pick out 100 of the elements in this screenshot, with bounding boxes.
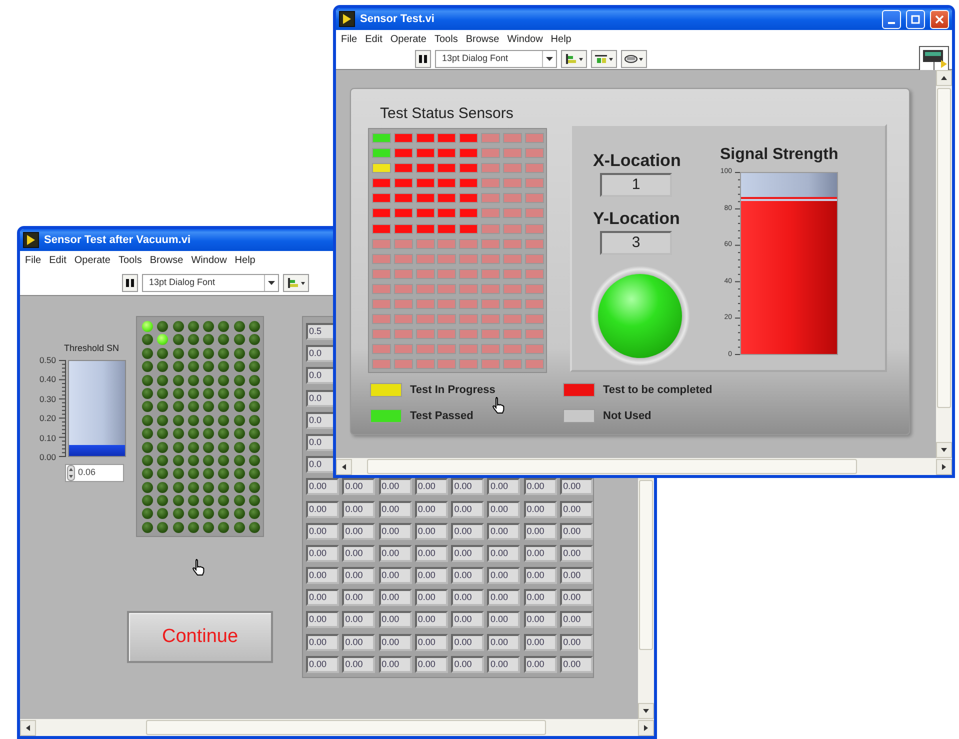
numeric-indicator: 0.00 [524,567,557,584]
numeric-indicator: 0.00 [524,478,557,496]
numeric-indicator: 0.00 [524,611,557,628]
numeric-indicator: 0.00 [414,478,448,496]
menu-item[interactable]: Tools [434,32,458,47]
close-icon [935,14,944,24]
numeric-indicator: 0.00 [451,500,484,518]
maximize-button[interactable] [906,10,925,28]
menu-item[interactable]: Browse [150,253,184,268]
scroll-up-button[interactable] [936,70,952,86]
numeric-indicator: 0.00 [451,567,484,584]
hand-cursor-icon [492,396,506,414]
scrollbar-thumb[interactable] [367,459,857,474]
menu-item[interactable]: Edit [365,32,382,47]
reorder-button[interactable] [621,50,647,68]
numeric-indicator: 0.00 [414,589,448,606]
numeric-indicator: 1 [600,173,672,197]
numeric-indicator: 0.00 [306,522,339,540]
numeric-indicator: 0.00 [524,656,557,673]
menu-item[interactable]: Tools [118,253,142,268]
indicator-label: Y-Location [593,208,680,230]
numeric-indicator: 0.00 [378,634,412,651]
numeric-indicator: 0.00 [342,611,376,628]
numeric-indicator: 0.00 [487,611,520,628]
numeric-indicator: 0.00 [487,544,520,562]
minimize-button[interactable] [882,10,901,28]
numeric-indicator: 0.00 [487,478,520,496]
numeric-indicator: 3 [600,231,672,255]
numeric-indicator: 0.00 [560,567,594,584]
arrow-icon [940,446,948,454]
numeric-indicator: 0.00 [524,500,557,518]
scrollbar-thumb[interactable] [639,480,653,650]
numeric-indicator: 0.00 [487,500,520,518]
menu-item[interactable]: Help [550,32,572,47]
numeric-indicator: 0.00 [342,544,376,562]
numeric-indicator: 0.00 [451,611,484,628]
align-icon [564,53,584,65]
numeric-field[interactable]: 0.06 [65,464,124,482]
legend-label: Test Passed [410,408,474,424]
scale-label: 0.30 [39,394,56,404]
numeric-indicator: 0.00 [487,567,520,584]
menu-item[interactable]: Window [507,32,543,47]
distribute-button[interactable] [591,50,617,68]
numeric-indicator: 0.00 [451,656,484,673]
arrow-icon [940,462,948,470]
indicator-label: Signal Strength [720,145,838,165]
menu-item[interactable]: Edit [49,253,66,268]
scrollbar-thumb[interactable] [937,88,951,408]
scroll-left-button[interactable] [336,458,352,474]
pause-icon [418,54,428,64]
numeric-indicator: 0.00 [487,634,520,651]
hand-cursor-icon [192,558,206,576]
align-button[interactable] [283,274,309,292]
slider-track[interactable] [68,360,126,457]
menu-item[interactable]: Operate [74,253,110,268]
numeric-indicator: 0.00 [451,589,484,606]
numeric-indicator: 0.00 [306,656,339,673]
numeric-indicator: 0.00 [306,634,339,651]
numeric-indicator: 0.00 [451,634,484,651]
numeric-indicator: 0.00 [378,611,412,628]
menu-item[interactable]: File [25,253,42,268]
numeric-indicator: 0.00 [524,522,557,540]
font-dropdown[interactable]: 13pt Dialog Font [435,50,557,68]
slider-fill[interactable] [69,444,125,456]
scale-label: 0.00 [39,452,56,462]
scroll-left-button[interactable] [20,720,36,736]
align-button[interactable] [561,50,587,68]
numeric-indicator: 0.00 [560,589,594,606]
menu-item[interactable]: Help [234,253,256,268]
close-button[interactable] [930,10,949,28]
pause-button[interactable] [415,50,431,68]
scale-label: 0.40 [39,374,56,384]
menu-item[interactable]: Window [191,253,227,268]
arrow-icon [340,462,348,470]
scroll-down-button[interactable] [936,442,952,458]
slider-label: Threshold SN [64,342,120,355]
numeric-indicator: 0.00 [342,656,376,673]
scroll-right-button[interactable] [638,720,654,736]
menu-item[interactable]: File [341,32,358,47]
scale-label: 0.10 [39,432,56,443]
menu-item[interactable]: Operate [390,32,426,47]
numeric-indicator: 0.00 [560,656,594,673]
menu-item[interactable]: Browse [466,32,500,47]
app-icon [339,11,355,27]
numeric-indicator: 0.00 [414,544,448,562]
numeric-indicator: 0.00 [524,634,557,651]
numeric-indicator: 0.00 [524,589,557,606]
scroll-down-button[interactable] [638,703,654,719]
minimize-icon [888,22,895,24]
app-icon [23,232,39,248]
scroll-right-button[interactable] [936,458,952,474]
scrollbar-thumb[interactable] [146,720,546,735]
pause-button[interactable] [122,274,138,292]
font-dropdown[interactable]: 13pt Dialog Font [142,274,279,292]
window-title: Sensor Test.vi [360,12,434,27]
caret-icon [268,280,275,284]
numeric-indicator: 0.00 [560,544,594,562]
align-icon [286,276,306,288]
spin-arrows-icon [67,465,75,481]
caret-icon [546,57,553,61]
